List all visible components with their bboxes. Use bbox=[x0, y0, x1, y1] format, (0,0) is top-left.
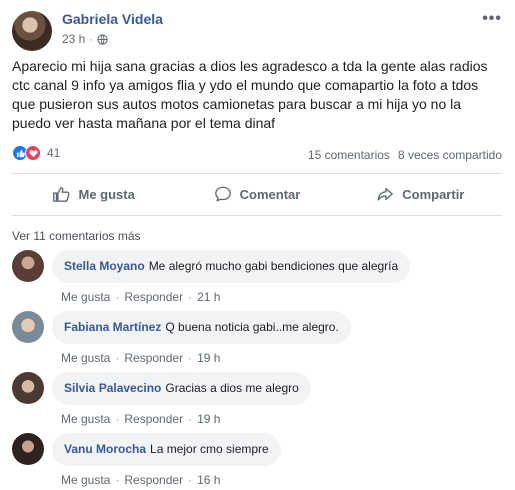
comment-actions: Me gusta · Responder · 21 h bbox=[61, 290, 220, 304]
reactions-count: 41 bbox=[47, 146, 61, 160]
comment-item: Vanu Morocha La mejor cmo siempre Me gust… bbox=[12, 433, 502, 490]
comment-icon bbox=[214, 186, 231, 202]
commenter-avatar[interactable] bbox=[12, 433, 44, 465]
comments-count-link[interactable]: 15 comentarios bbox=[308, 148, 390, 162]
comment-actions: Me gusta · Responder · 19 h bbox=[61, 412, 220, 426]
comment-actions: Me gusta · Responder · 16 h bbox=[61, 473, 220, 487]
comment-bubble: Vanu Morocha La mejor cmo siempre bbox=[52, 433, 281, 466]
post-text: Aparecio mi hija sana gracias a dios les… bbox=[12, 58, 488, 131]
comment-bubble: Silvia Palavecino Gracias a dios me alegr… bbox=[52, 372, 311, 405]
separator: · bbox=[115, 412, 120, 426]
post-actions-bar: Me gusta Comentar Compartir bbox=[12, 176, 502, 212]
post-options-button[interactable]: ••• bbox=[482, 10, 502, 28]
comment-bubble: Stella Moyano Me alegró mucho gabi bendic… bbox=[52, 250, 411, 283]
comment-reply-link[interactable]: Responder bbox=[124, 290, 183, 304]
commenter-name[interactable]: Silvia Palavecino bbox=[64, 381, 161, 395]
comment-text: Q buena noticia gabi..me alegro. bbox=[165, 320, 339, 334]
separator: · bbox=[188, 473, 193, 487]
view-more-comments-link[interactable]: Ver 11 comentarios más bbox=[12, 229, 141, 243]
share-icon bbox=[377, 187, 394, 201]
comment-time[interactable]: 19 h bbox=[197, 351, 220, 365]
author-avatar[interactable] bbox=[12, 11, 52, 51]
separator: · bbox=[115, 290, 120, 304]
like-button-label: Me gusta bbox=[78, 186, 135, 202]
post-meta: 23 h · bbox=[62, 32, 108, 46]
comment-reply-link[interactable]: Responder bbox=[124, 473, 183, 487]
globe-icon[interactable] bbox=[97, 33, 108, 45]
divider bbox=[12, 215, 502, 216]
post-stats: 15 comentarios 8 veces compartido bbox=[308, 148, 502, 162]
love-reaction-icon bbox=[25, 145, 41, 161]
comment-bubble: Fabiana Martínez Q buena noticia gabi..me… bbox=[52, 311, 351, 344]
share-button[interactable]: Compartir bbox=[339, 176, 502, 212]
comment-like-link[interactable]: Me gusta bbox=[61, 473, 110, 487]
comment-item: Stella Moyano Me alegró mucho gabi bendic… bbox=[12, 250, 502, 310]
commenter-name[interactable]: Fabiana Martínez bbox=[64, 320, 161, 334]
comment-reply-link[interactable]: Responder bbox=[124, 351, 183, 365]
thumbs-up-icon bbox=[53, 187, 70, 202]
comment-button[interactable]: Comentar bbox=[175, 176, 338, 212]
comment-text: Gracias a dios me alegro bbox=[165, 381, 299, 395]
comment-time[interactable]: 21 h bbox=[197, 290, 220, 304]
author-name[interactable]: Gabriela Videla bbox=[62, 11, 163, 27]
meta-separator: · bbox=[89, 32, 94, 46]
reactions-summary[interactable]: 41 bbox=[12, 145, 60, 161]
comment-button-label: Comentar bbox=[239, 186, 301, 202]
post-time[interactable]: 23 h bbox=[62, 32, 85, 46]
separator: · bbox=[188, 290, 193, 304]
comment-like-link[interactable]: Me gusta bbox=[61, 412, 110, 426]
comment-reply-link[interactable]: Responder bbox=[124, 412, 183, 426]
share-button-label: Compartir bbox=[402, 186, 465, 202]
separator: · bbox=[188, 351, 193, 365]
separator: · bbox=[115, 473, 120, 487]
comment-item: Silvia Palavecino Gracias a dios me alegr… bbox=[12, 372, 502, 432]
comment-text: Me alegró mucho gabi bendiciones que ale… bbox=[148, 259, 399, 273]
commenter-name[interactable]: Stella Moyano bbox=[64, 259, 145, 273]
comment-like-link[interactable]: Me gusta bbox=[61, 290, 110, 304]
separator: · bbox=[188, 412, 193, 426]
commenter-avatar[interactable] bbox=[12, 311, 44, 343]
comment-item: Fabiana Martínez Q buena noticia gabi..me… bbox=[12, 311, 502, 371]
commenter-avatar[interactable] bbox=[12, 372, 44, 404]
comment-text: La mejor cmo siempre bbox=[150, 442, 269, 456]
facebook-post: Gabriela Videla 23 h · ••• Aparecio mi h… bbox=[0, 0, 515, 490]
shares-count-link[interactable]: 8 veces compartido bbox=[398, 148, 502, 162]
comment-like-link[interactable]: Me gusta bbox=[61, 351, 110, 365]
comment-time[interactable]: 19 h bbox=[197, 412, 220, 426]
like-button[interactable]: Me gusta bbox=[12, 176, 175, 212]
divider bbox=[12, 173, 502, 174]
commenter-avatar[interactable] bbox=[12, 250, 44, 282]
separator: · bbox=[115, 351, 120, 365]
comment-actions: Me gusta · Responder · 19 h bbox=[61, 351, 220, 365]
comment-time[interactable]: 16 h bbox=[197, 473, 220, 487]
commenter-name[interactable]: Vanu Morocha bbox=[64, 442, 146, 456]
